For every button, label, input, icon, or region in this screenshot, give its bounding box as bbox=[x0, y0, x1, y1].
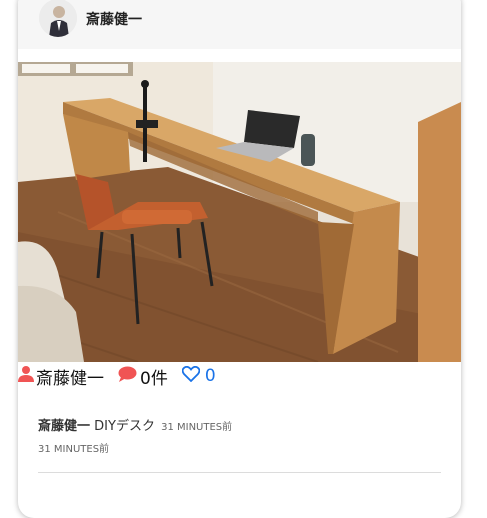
user-icon bbox=[18, 365, 34, 387]
like-count[interactable]: 0 bbox=[205, 366, 216, 386]
author-name[interactable]: 斎藤健一 bbox=[86, 9, 142, 29]
divider bbox=[38, 472, 441, 473]
post-photo[interactable] bbox=[18, 62, 461, 362]
post-author: 斎藤健一 bbox=[38, 419, 91, 434]
post-header: 斎藤健一 bbox=[18, 0, 461, 49]
post-stats: 斎藤健一 0件 0 bbox=[18, 364, 216, 389]
avatar[interactable] bbox=[39, 0, 77, 37]
comment-icon[interactable] bbox=[118, 366, 137, 387]
post-title: DIYデスク bbox=[94, 419, 155, 434]
post-card: 斎藤健一 斎藤健一 0件 0 斎藤健一 DIYデスク 31 MINUTES前 3… bbox=[18, 0, 461, 518]
post-timestamp: 31 MINUTES前 bbox=[161, 422, 233, 433]
author-label[interactable]: 斎藤健一 bbox=[36, 364, 104, 389]
post-timestamp-secondary: 31 MINUTES前 bbox=[38, 444, 110, 455]
post-title-line[interactable]: 斎藤健一 DIYデスク 31 MINUTES前 bbox=[38, 415, 232, 434]
heart-icon[interactable] bbox=[181, 365, 201, 387]
comment-count[interactable]: 0件 bbox=[140, 364, 168, 389]
